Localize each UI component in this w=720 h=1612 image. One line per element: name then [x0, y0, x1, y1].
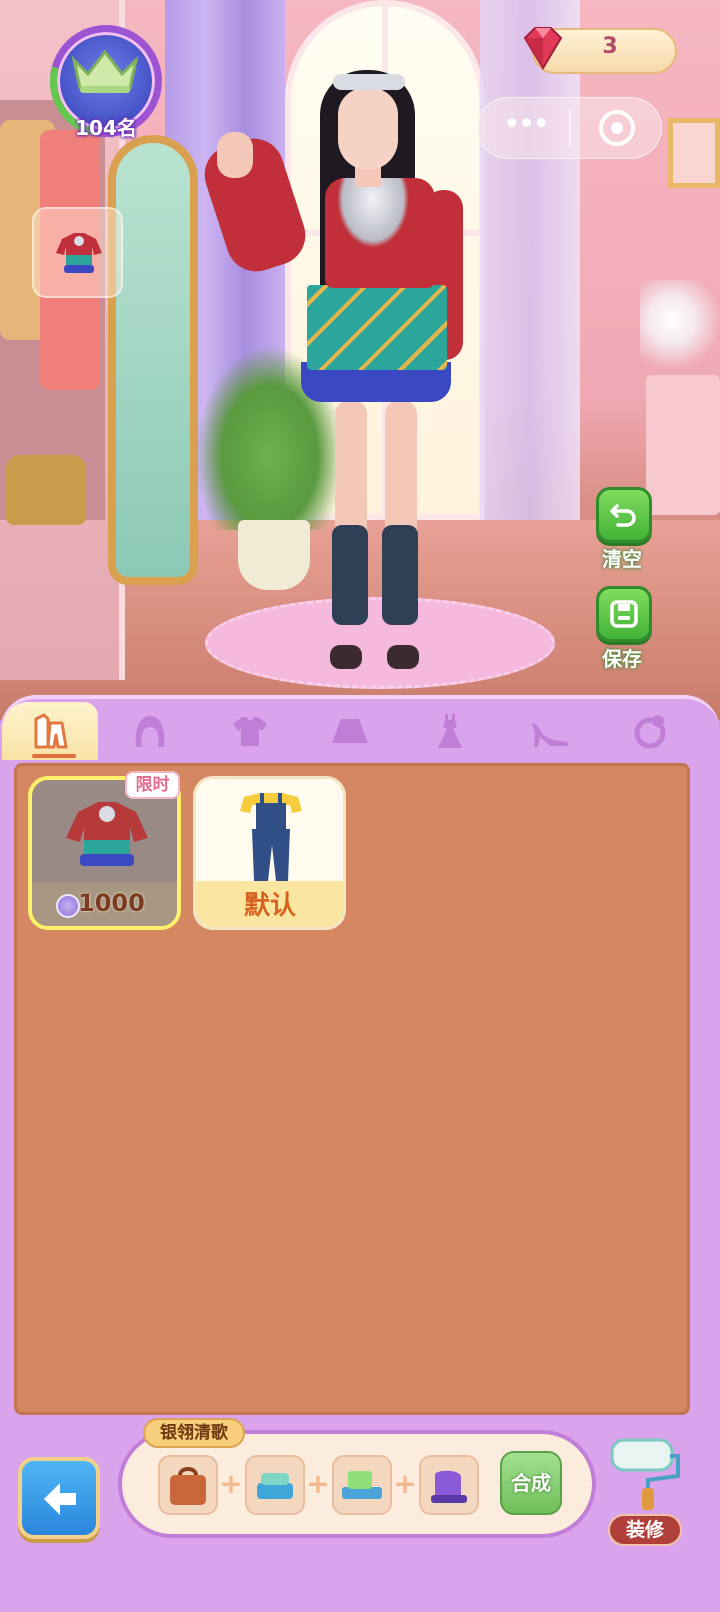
bag-icon [170, 1467, 206, 1505]
character-legging [382, 525, 418, 625]
craft-button[interactable]: 合成 [500, 1451, 562, 1515]
tab-skirt[interactable] [302, 702, 398, 760]
skirt-icon [332, 719, 368, 743]
crown-icon [71, 49, 139, 93]
flower-vase [640, 280, 720, 380]
silver-necklace [337, 178, 409, 248]
character-apron [307, 285, 447, 370]
character-shoe [387, 645, 419, 669]
ingredient-slot[interactable] [332, 1455, 392, 1515]
overalls-icon [240, 793, 302, 881]
curtain-right [480, 0, 580, 520]
rank-label: 104名 [75, 116, 137, 140]
silver-headpiece [333, 74, 405, 90]
character-shoe [330, 645, 362, 669]
tab-accessory[interactable] [602, 702, 698, 760]
tab-shoes[interactable] [502, 702, 598, 760]
outfit-icon [56, 233, 102, 273]
fabric-icon [257, 1473, 293, 1499]
decorate-button[interactable]: 装修 [608, 1514, 682, 1546]
tab-dress[interactable] [402, 702, 498, 760]
sewing-machine-icon [342, 1471, 382, 1499]
tab-outfit[interactable] [2, 702, 98, 760]
back-button[interactable] [18, 1457, 100, 1539]
tab-hair[interactable] [102, 702, 198, 760]
hair-icon [135, 716, 165, 747]
accessory-icon [634, 715, 666, 749]
character-hand [217, 132, 253, 178]
shirt-icon [233, 717, 267, 746]
handbag [6, 455, 86, 525]
category-tabs [2, 702, 718, 760]
tab-top[interactable] [202, 702, 298, 760]
high-heel-icon [532, 723, 568, 747]
character-legging [332, 525, 368, 625]
plus-icon: + [393, 1467, 417, 1500]
save-icon [610, 600, 638, 628]
ruby-gem-icon [523, 27, 563, 70]
side-table [646, 375, 720, 515]
character-arm [196, 130, 314, 280]
avatar-character[interactable] [196, 60, 465, 680]
ethnic-outfit-icon [66, 802, 148, 866]
gem-count: 3 [602, 34, 618, 59]
recipe-title: 银翎清歌 [143, 1418, 245, 1448]
default-item-label: 默认 [243, 891, 296, 921]
capsule-divider [569, 110, 571, 146]
clear-button[interactable] [596, 487, 652, 543]
ingredient-slot[interactable] [158, 1455, 218, 1515]
ingredient-slot[interactable] [419, 1455, 479, 1515]
dress-icon [438, 714, 462, 748]
more-options-icon[interactable]: ••• [500, 110, 550, 146]
standing-mirror [108, 135, 198, 585]
active-tab-indicator [32, 754, 76, 758]
close-target-icon[interactable] [599, 110, 635, 146]
undo-icon [610, 504, 636, 527]
back-arrow-icon [44, 1483, 76, 1515]
save-label: 保存 [602, 647, 642, 671]
purple-machine-icon [431, 1470, 467, 1503]
plus-icon: + [306, 1467, 330, 1500]
character-face [338, 88, 398, 170]
clear-label: 清空 [602, 547, 642, 571]
outfit-icon [34, 713, 68, 749]
paint-roller-icon[interactable] [604, 1430, 684, 1510]
plus-icon: + [219, 1467, 243, 1500]
limited-time-badge: 限时 [125, 771, 180, 799]
outfit-thumbnail[interactable] [32, 207, 123, 298]
save-button[interactable] [596, 586, 652, 642]
picture-frame [668, 118, 720, 188]
item-price: 1000 [78, 889, 145, 917]
ingredient-slot[interactable] [245, 1455, 305, 1515]
coin-icon [56, 894, 80, 918]
